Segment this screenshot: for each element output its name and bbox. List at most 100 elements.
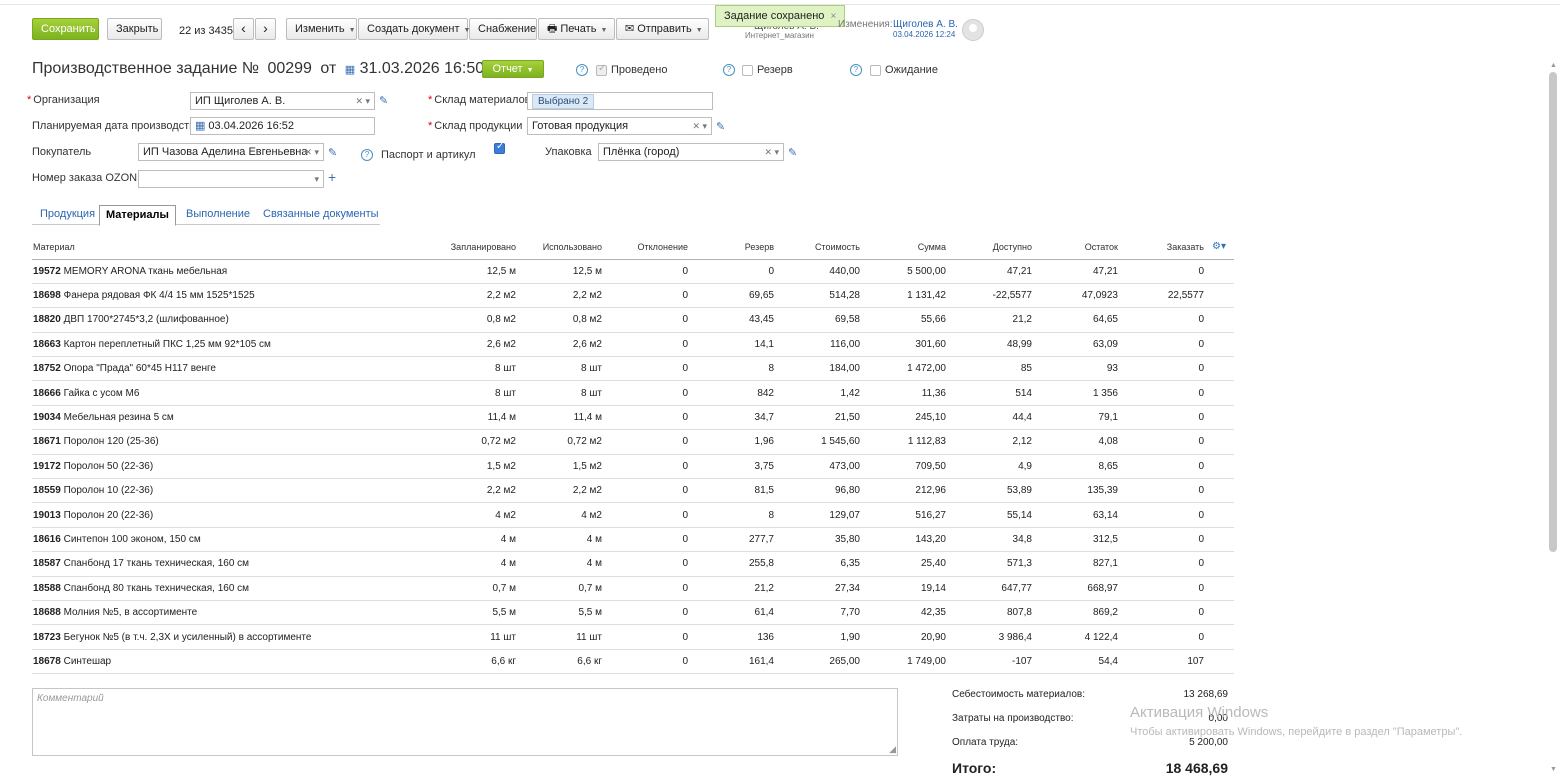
column-header[interactable]: Использовано bbox=[520, 235, 606, 260]
product-warehouse-field[interactable]: Готовая продукция ✕ ▾ bbox=[527, 117, 712, 135]
add-icon[interactable]: + bbox=[328, 169, 336, 185]
edit-menu-button[interactable]: Изменить ▼ bbox=[286, 18, 357, 40]
help-icon[interactable]: ? bbox=[361, 149, 373, 161]
table-row[interactable]: 18588 Спанбонд 80 ткань техническая, 160… bbox=[32, 576, 1234, 601]
material-name[interactable]: 18688 Молния №5, в ассортименте bbox=[32, 600, 432, 626]
organization-field[interactable]: ИП Щиголев А. В. ✕ ▾ bbox=[190, 92, 375, 110]
column-settings-button[interactable]: ⚙▾ bbox=[1208, 235, 1234, 260]
close-button[interactable]: Закрыть bbox=[107, 18, 162, 40]
material-name[interactable]: 18678 Синтешар bbox=[32, 649, 432, 675]
report-button[interactable]: Отчет ▼ bbox=[482, 60, 544, 78]
prev-record-button[interactable]: ‹ bbox=[233, 18, 254, 40]
tab-materials[interactable]: Материалы bbox=[99, 205, 176, 226]
pencil-icon[interactable]: ✎ bbox=[328, 146, 337, 159]
material-name[interactable]: 18820 ДВП 1700*2745*3,2 (шлифованное) bbox=[32, 307, 432, 333]
tab-execution[interactable]: Выполнение bbox=[180, 205, 256, 225]
clear-dropdown-icon[interactable]: ✕ ▾ bbox=[764, 144, 779, 160]
help-icon[interactable]: ? bbox=[576, 64, 588, 76]
column-header[interactable]: Отклонение bbox=[606, 235, 692, 260]
ozon-field[interactable]: ▾ bbox=[138, 170, 324, 188]
table-row[interactable]: 18663 Картон переплетный ПКС 1,25 мм 92*… bbox=[32, 332, 1234, 358]
material-name[interactable]: 18752 Опора "Прада" 60*45 Н117 венге bbox=[32, 356, 432, 382]
material-name[interactable]: 19034 Мебельная резина 5 см bbox=[32, 405, 432, 431]
resize-grip-icon[interactable]: ◢ bbox=[889, 744, 896, 755]
print-button[interactable]: 🖶 Печать ▼ bbox=[538, 18, 615, 40]
table-row[interactable]: 18678 Синтешар 6,6 кг 6,6 кг 0 161,4 265,00 1 … bbox=[32, 649, 1234, 675]
close-icon[interactable]: × bbox=[830, 11, 836, 22]
table-row[interactable]: 18666 Гайка с усом М6 8 шт 8 шт 0 842 1,42 11,… bbox=[32, 380, 1234, 406]
clear-dropdown-icon[interactable]: ✕ ▾ bbox=[692, 118, 707, 134]
material-name[interactable]: 18723 Бегунок №5 (в т.ч. 2,3Х и усиленны… bbox=[32, 624, 432, 650]
material-name[interactable]: 19172 Поролон 50 (22-36) bbox=[32, 454, 432, 480]
vertical-scrollbar[interactable] bbox=[1549, 72, 1557, 552]
column-header[interactable]: Материал bbox=[32, 235, 432, 260]
scroll-down-icon[interactable]: ▼ bbox=[1550, 766, 1557, 773]
column-header[interactable]: Остаток bbox=[1036, 235, 1122, 260]
material-name[interactable]: 18698 Фанера рядовая ФК 4/4 15 мм 1525*1… bbox=[32, 283, 432, 309]
comment-field[interactable]: Комментарий ◢ bbox=[32, 688, 898, 756]
column-header[interactable]: Запланировано bbox=[432, 235, 520, 260]
material-name[interactable]: 19013 Поролон 20 (22-36) bbox=[32, 502, 432, 528]
column-header[interactable]: Стоимость bbox=[778, 235, 864, 260]
cell-order: 0 bbox=[1122, 356, 1208, 382]
reserve-checkbox[interactable] bbox=[742, 65, 753, 76]
dropdown-icon[interactable]: ▾ bbox=[314, 171, 319, 187]
save-button[interactable]: Сохранить bbox=[32, 18, 99, 40]
table-row[interactable]: 19034 Мебельная резина 5 см 11,4 м 11,4 м0… bbox=[32, 405, 1234, 431]
plan-date-field[interactable]: ▦ 03.04.2026 16:52 bbox=[190, 117, 375, 135]
pencil-icon[interactable]: ✎ bbox=[788, 146, 797, 159]
table-row[interactable]: 18587 Спанбонд 17 ткань техническая, 160… bbox=[32, 551, 1234, 577]
material-name[interactable]: 18671 Поролон 120 (25-36) bbox=[32, 429, 432, 455]
material-name[interactable]: 18663 Картон переплетный ПКС 1,25 мм 92*… bbox=[32, 332, 432, 358]
column-header[interactable]: Доступно bbox=[950, 235, 1036, 260]
table-row[interactable]: 18559 Поролон 10 (22-36) 2,2 м2 2,2 м2 0 81,… bbox=[32, 478, 1234, 504]
material-name[interactable]: 18616 Синтепон 100 эконом, 150 см bbox=[32, 527, 432, 553]
material-code: 18666 bbox=[33, 387, 61, 399]
posted-checkbox[interactable] bbox=[596, 63, 607, 76]
column-header[interactable]: Сумма bbox=[864, 235, 950, 260]
table-row[interactable]: 18616 Синтепон 100 эконом, 150 см 4 м4 м0… bbox=[32, 527, 1234, 553]
supply-button[interactable]: Снабжение bbox=[469, 18, 537, 40]
send-button[interactable]: ✉ Отправить ▼ bbox=[616, 18, 709, 40]
calendar-icon[interactable]: ▦ bbox=[345, 64, 355, 76]
clear-dropdown-icon[interactable]: ✕ ▾ bbox=[355, 93, 370, 109]
table-row[interactable]: 18820 ДВП 1700*2745*3,2 (шлифованное) 0,8… bbox=[32, 307, 1234, 333]
help-icon[interactable]: ? bbox=[723, 64, 735, 76]
changes-user-link[interactable]: Щиголев А. В. bbox=[893, 19, 958, 30]
table-row[interactable]: 19172 Поролон 50 (22-36) 1,5 м2 1,5 м2 0 3,7… bbox=[32, 454, 1234, 480]
passport-checkbox[interactable] bbox=[494, 141, 505, 154]
material-name[interactable]: 19572 MEMORY ARONA ткань мебельная bbox=[32, 259, 432, 284]
packing-field[interactable]: Плёнка (город) ✕ ▾ bbox=[598, 143, 784, 161]
avatar[interactable] bbox=[962, 19, 984, 41]
clear-dropdown-icon[interactable]: ✕ ▾ bbox=[304, 144, 319, 160]
table-row[interactable]: 18671 Поролон 120 (25-36) 0,72 м2 0,72 м2 0… bbox=[32, 429, 1234, 455]
table-row[interactable]: 18723 Бегунок №5 (в т.ч. 2,3Х и усиленны… bbox=[32, 624, 1234, 650]
column-header[interactable]: Заказать bbox=[1122, 235, 1208, 260]
help-icon[interactable]: ? bbox=[850, 64, 862, 76]
table-row[interactable]: 18688 Молния №5, в ассортименте 5,5 м 5,5 … bbox=[32, 600, 1234, 626]
scroll-up-icon[interactable]: ▲ bbox=[1550, 62, 1557, 69]
cell-rest: 47,0923 bbox=[1036, 283, 1122, 309]
create-document-button[interactable]: Создать документ ▼ bbox=[358, 18, 470, 40]
materials-warehouse-field[interactable]: Выбрано 2 bbox=[527, 92, 713, 110]
document-number[interactable]: 00299 bbox=[267, 60, 312, 77]
table-row[interactable]: 19572 MEMORY ARONA ткань мебельная 12,5 м… bbox=[32, 259, 1234, 284]
buyer-field[interactable]: ИП Чазова Аделина Евгеньевна ✕ ▾ bbox=[138, 143, 324, 161]
table-row[interactable]: 18698 Фанера рядовая ФК 4/4 15 мм 1525*1… bbox=[32, 283, 1234, 309]
table-row[interactable]: 19013 Поролон 20 (22-36) 4 м2 4 м2 0 8 129,07… bbox=[32, 502, 1234, 528]
waiting-checkbox[interactable] bbox=[870, 65, 881, 76]
calendar-icon[interactable]: ▦ bbox=[195, 120, 205, 132]
pencil-icon[interactable]: ✎ bbox=[716, 120, 725, 133]
material-name[interactable]: 18666 Гайка с усом М6 bbox=[32, 380, 432, 406]
table-row[interactable]: 18752 Опора "Прада" 60*45 Н117 венге 8 шт… bbox=[32, 356, 1234, 382]
tab-products[interactable]: Продукция bbox=[34, 205, 101, 225]
pencil-icon[interactable]: ✎ bbox=[379, 94, 388, 107]
material-code: 18663 bbox=[33, 338, 61, 350]
material-name[interactable]: 18587 Спанбонд 17 ткань техническая, 160… bbox=[32, 551, 432, 577]
tab-related-documents[interactable]: Связанные документы bbox=[257, 205, 385, 225]
next-record-button[interactable]: › bbox=[255, 18, 276, 40]
document-date[interactable]: 31.03.2026 16:50 bbox=[360, 60, 485, 77]
material-name[interactable]: 18588 Спанбонд 80 ткань техническая, 160… bbox=[32, 576, 432, 601]
material-name[interactable]: 18559 Поролон 10 (22-36) bbox=[32, 478, 432, 504]
column-header[interactable]: Резерв bbox=[692, 235, 778, 260]
